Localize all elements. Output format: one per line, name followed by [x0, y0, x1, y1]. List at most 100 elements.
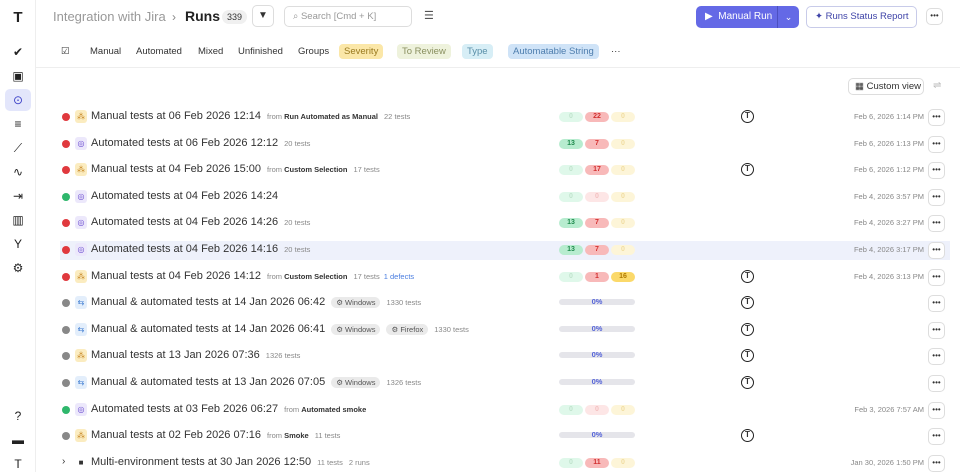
- stat-skipped: 0: [611, 218, 635, 229]
- sidebar-help[interactable]: ?: [5, 405, 31, 427]
- chevron-down-icon[interactable]: ⌄: [777, 6, 799, 28]
- run-title[interactable]: Manual tests at 04 Feb 2026 14:12: [91, 270, 261, 282]
- sidebar-item-gear[interactable]: ⚙: [5, 257, 31, 279]
- filter-button[interactable]: ▼: [252, 5, 274, 27]
- mixed-type-icon: ⇆: [75, 376, 87, 389]
- row-more-button[interactable]: •••: [928, 135, 945, 153]
- tab-severity[interactable]: Severity: [339, 44, 384, 59]
- row-more-button[interactable]: •••: [928, 454, 945, 472]
- tab-manual[interactable]: Manual: [85, 44, 126, 59]
- stat-skipped: 0: [611, 457, 635, 468]
- test-count: 1326 tests: [386, 378, 422, 387]
- tab-automated[interactable]: Automated: [131, 44, 187, 59]
- status-failed-icon: [62, 139, 70, 148]
- view-settings-icon[interactable]: ⇌: [933, 80, 941, 91]
- sidebar-item-list-check[interactable]: ≡: [5, 113, 31, 135]
- row-more-button[interactable]: •••: [928, 109, 945, 126]
- run-row[interactable]: ◎ Automated tests at 04 Feb 2026 14:24 0 0 0…: [60, 188, 950, 207]
- row-more-button[interactable]: •••: [928, 162, 945, 180]
- stat-failed: 7: [585, 218, 609, 229]
- row-more-button[interactable]: •••: [928, 428, 945, 446]
- run-title[interactable]: Automated tests at 04 Feb 2026 14:26: [91, 216, 278, 228]
- sidebar: T ✔ ▣ ⊙ ≡ ⟋ ∿ ⇥ ▥ Y ⚙? ▬ T: [0, 0, 36, 472]
- user-avatar: T: [741, 429, 754, 443]
- row-more-button[interactable]: •••: [928, 242, 945, 259]
- sidebar-item-clipboard[interactable]: ▣: [5, 65, 31, 87]
- run-row[interactable]: ⇆ Manual & automated tests at 14 Jan 2026…: [60, 321, 950, 340]
- defects-link[interactable]: 1 defects: [384, 272, 414, 281]
- sidebar-item-branch[interactable]: Y: [5, 233, 31, 255]
- sidebar-item-pulse[interactable]: ∿: [5, 161, 31, 183]
- tab-checklist-icon[interactable]: ☑: [56, 44, 75, 59]
- expand-chevron-icon[interactable]: ›: [62, 456, 65, 467]
- stat-skipped: 0: [611, 245, 635, 255]
- runs-status-report-button[interactable]: ✦ Runs Status Report: [806, 6, 917, 28]
- run-title[interactable]: Manual tests at 06 Feb 2026 12:14: [91, 110, 261, 122]
- row-more-button[interactable]: •••: [928, 375, 945, 392]
- tab-type[interactable]: Type: [462, 44, 493, 59]
- run-date: Feb 4, 2026 3:27 PM: [853, 218, 924, 228]
- tab-to-review[interactable]: To Review: [397, 44, 451, 59]
- row-more-button[interactable]: •••: [928, 215, 945, 233]
- automated-type-icon: ◎: [75, 216, 87, 230]
- search-placeholder: Search [Cmd + K]: [300, 11, 377, 22]
- run-title[interactable]: Manual tests at 13 Jan 2026 07:36: [91, 349, 260, 361]
- row-more-button[interactable]: •••: [928, 268, 945, 286]
- tabs-more-icon[interactable]: ···: [606, 44, 626, 59]
- run-source: from Smoke: [267, 431, 309, 441]
- breadcrumb-project[interactable]: Integration with Jira: [53, 9, 166, 24]
- search-input[interactable]: ⌕ Search [Cmd + K]: [284, 6, 412, 27]
- run-row[interactable]: ◎ Automated tests at 06 Feb 2026 12:12 20 …: [60, 135, 950, 154]
- row-more-button[interactable]: •••: [928, 321, 945, 339]
- row-more-button[interactable]: •••: [928, 188, 945, 206]
- run-row[interactable]: ⁂ Manual tests at 04 Feb 2026 15:00 from C…: [60, 161, 950, 180]
- sidebar-folder[interactable]: ▬: [5, 429, 31, 451]
- stat-failed: 17: [585, 165, 609, 176]
- stat-passed: 0: [559, 404, 583, 415]
- list-check-icon: ≡: [14, 117, 22, 131]
- custom-view-button[interactable]: ▦ Custom view: [848, 78, 924, 95]
- status-pending-icon: [62, 299, 70, 308]
- test-count: 20 tests: [284, 138, 311, 148]
- tab-automatable-string[interactable]: Automatable String: [508, 44, 599, 59]
- run-title[interactable]: Automated tests at 06 Feb 2026 12:12: [91, 137, 278, 149]
- run-title[interactable]: Manual & automated tests at 14 Jan 2026 …: [91, 296, 325, 308]
- run-row[interactable]: ⇆ Manual & automated tests at 14 Jan 2026…: [60, 294, 950, 313]
- sidebar-item-steps[interactable]: ⟋: [5, 137, 31, 159]
- tab-unfinished[interactable]: Unfinished: [233, 44, 288, 59]
- sidebar-item-chart[interactable]: ▥: [5, 209, 31, 231]
- run-title[interactable]: Manual & automated tests at 13 Jan 2026 …: [91, 376, 325, 388]
- tab-groups[interactable]: Groups: [293, 44, 334, 59]
- run-row[interactable]: › ■ Multi-environment tests at 30 Jan 2026…: [60, 454, 950, 473]
- run-title[interactable]: Manual tests at 02 Feb 2026 07:16: [91, 429, 261, 441]
- stat-failed: 7: [585, 245, 609, 255]
- run-title[interactable]: Automated tests at 04 Feb 2026 14:24: [91, 190, 278, 202]
- row-more-button[interactable]: •••: [928, 295, 945, 313]
- run-row[interactable]: ◎ Automated tests at 03 Feb 2026 06:27 fro…: [60, 401, 950, 420]
- run-title[interactable]: Manual tests at 04 Feb 2026 15:00: [91, 163, 261, 175]
- run-row[interactable]: ◎ Automated tests at 04 Feb 2026 14:16 20 …: [60, 241, 950, 260]
- run-row[interactable]: ⇆ Manual & automated tests at 13 Jan 2026…: [60, 374, 950, 393]
- header-more-button[interactable]: •••: [926, 8, 943, 25]
- run-row[interactable]: ⁂ Manual tests at 06 Feb 2026 12:14 from R…: [60, 108, 950, 127]
- run-row[interactable]: ⁂ Manual tests at 13 Jan 2026 07:36 1326 t…: [60, 347, 950, 366]
- run-title[interactable]: Multi-environment tests at 30 Jan 2026 1…: [91, 456, 311, 468]
- report-label: Runs Status Report: [825, 11, 909, 22]
- row-more-button[interactable]: •••: [928, 348, 945, 366]
- sidebar-item-check[interactable]: ✔: [5, 41, 31, 63]
- tab-mixed[interactable]: Mixed: [193, 44, 228, 59]
- row-more-button[interactable]: •••: [928, 401, 945, 419]
- run-row[interactable]: ◎ Automated tests at 04 Feb 2026 14:26 20 …: [60, 214, 950, 233]
- sidebar-item-import[interactable]: ⇥: [5, 185, 31, 207]
- run-row[interactable]: ⁂ Manual tests at 04 Feb 2026 14:12 from C…: [60, 268, 950, 287]
- run-title[interactable]: Manual & automated tests at 14 Jan 2026 …: [91, 323, 325, 335]
- run-row[interactable]: ⁂ Manual tests at 02 Feb 2026 07:16 from S…: [60, 427, 950, 446]
- settings-sliders-icon[interactable]: ☰: [424, 9, 434, 22]
- run-title[interactable]: Automated tests at 04 Feb 2026 14:16: [91, 243, 278, 255]
- run-title[interactable]: Automated tests at 03 Feb 2026 06:27: [91, 403, 278, 415]
- sidebar-item-play-circle[interactable]: ⊙: [5, 89, 31, 111]
- play-circle-icon: ⊙: [12, 93, 24, 107]
- manual-run-button[interactable]: ▶ Manual Run ⌄: [696, 6, 799, 28]
- manual-type-icon: ⁂: [75, 429, 87, 443]
- stat-passed: 13: [559, 138, 583, 149]
